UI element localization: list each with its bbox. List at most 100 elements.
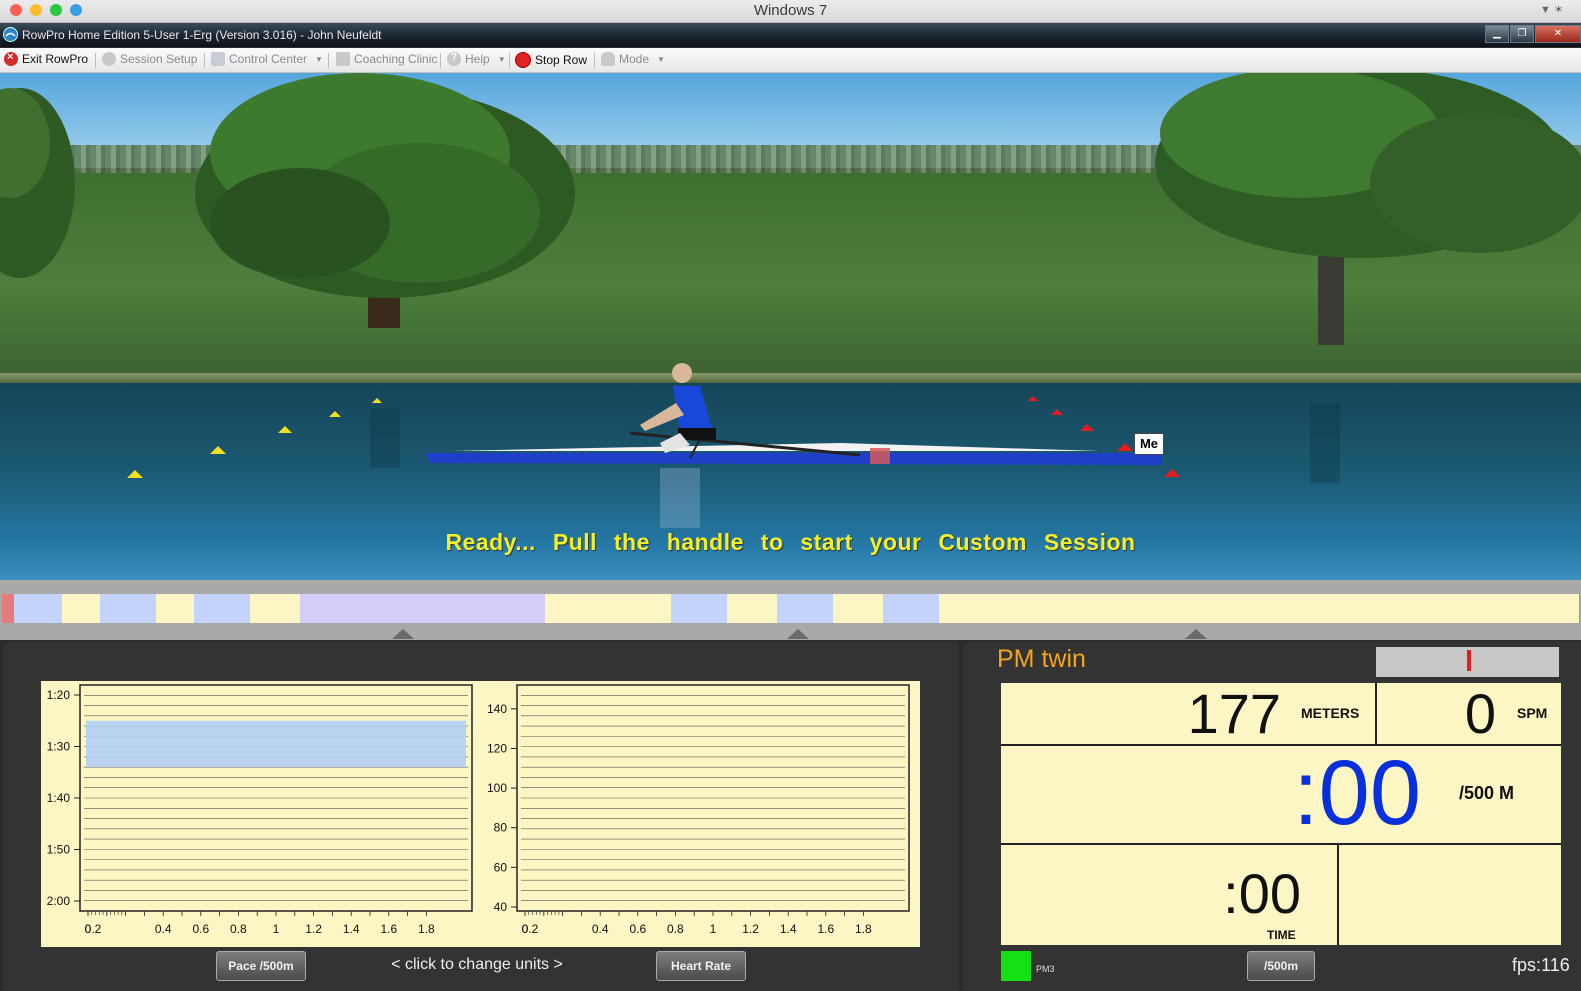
pm-display: 177 METERS 0 SPM :00 /500 M :00 TIME: [1001, 683, 1561, 945]
change-units-hint[interactable]: < click to change units >: [370, 956, 584, 974]
help-icon: ?: [447, 52, 461, 66]
me-marker-label: Me: [1134, 433, 1164, 455]
x-tick-label: 1.6: [817, 922, 834, 936]
rowing-scene: Me Ready... Pull the handle to start you…: [0, 73, 1581, 580]
timeline-marker-icon: [392, 629, 414, 639]
rowing-shell: [425, 431, 1162, 465]
help-button[interactable]: ? Help ▼: [447, 52, 506, 66]
stop-icon: [515, 52, 531, 68]
yellow-buoys: [127, 398, 382, 478]
pm-status-indicator: [1001, 951, 1031, 981]
timeline-segment: [156, 594, 195, 623]
pm-twin-title: PM twin: [997, 645, 1086, 673]
x-tick-label: 0.8: [230, 922, 247, 936]
x-tick-label: 0.2: [85, 922, 102, 936]
timeline-segment: [883, 594, 940, 623]
exit-label: Exit RowPro: [22, 52, 89, 66]
timeline-segment: [777, 594, 834, 623]
control-center-icon: [211, 52, 225, 66]
timeline-segment: [100, 594, 157, 623]
close-button[interactable]: ✕: [1535, 25, 1581, 43]
toolbar: × Exit RowPro Session Setup Control Cent…: [0, 48, 1581, 73]
x-tick-label: 1: [273, 922, 280, 936]
exit-rowpro-button[interactable]: × Exit RowPro: [4, 51, 89, 66]
control-center-label: Control Center: [229, 52, 308, 66]
timeline-markers: [392, 629, 1207, 639]
scene-graphics: [0, 73, 1581, 528]
pace-units-button[interactable]: Pace /500m: [216, 951, 306, 981]
spm-unit: SPM: [1517, 705, 1548, 721]
mac-window-title: Windows 7: [753, 2, 828, 19]
session-timeline[interactable]: [2, 594, 1581, 624]
pm-progress-marker: [1467, 650, 1471, 671]
y-tick-label: 1:30: [47, 740, 71, 754]
stop-row-button[interactable]: Stop Row: [515, 52, 587, 68]
x-tick-label: 0.6: [629, 922, 646, 936]
control-center-button[interactable]: Control Center ▼: [211, 52, 323, 66]
timeline-segment: [300, 594, 546, 623]
mode-button[interactable]: Mode ▼: [601, 52, 665, 66]
pm-units-button[interactable]: /500m: [1247, 951, 1315, 981]
fps-counter: fps:116: [1512, 955, 1570, 975]
spm-value: 0: [1464, 682, 1496, 745]
coaching-clinic-button[interactable]: Coaching Clinic: [336, 52, 437, 66]
timeline-segment: [939, 594, 1580, 623]
timeline-segment: [545, 594, 672, 623]
mac-title-bar: Windows 7 ▼ ✶: [0, 0, 1581, 23]
timeline-segment: [14, 594, 63, 623]
x-tick-label: 1: [710, 922, 717, 936]
time-unit: TIME: [1267, 928, 1296, 942]
y-tick-label: 60: [494, 860, 508, 874]
x-tick-label: 0.4: [155, 922, 172, 936]
tree-left-edge: [0, 88, 75, 278]
chevron-down-icon: ▼: [657, 54, 665, 64]
x-tick-label: 1.4: [780, 922, 797, 936]
mac-dropdown-icon[interactable]: ▼ ✶: [1540, 3, 1563, 16]
pace-unit: /500 M: [1459, 783, 1515, 803]
timeline-segment: [194, 594, 251, 623]
timeline-segment: [833, 594, 884, 623]
timeline-segment: [727, 594, 778, 623]
x-tick-label: 0.4: [592, 922, 609, 936]
minimize-button[interactable]: ▁: [1485, 25, 1509, 43]
timeline-segment: [250, 594, 301, 623]
y-tick-label: 80: [494, 821, 508, 835]
y-tick-label: 40: [494, 900, 508, 914]
timeline-marker-icon: [787, 629, 809, 639]
x-tick-label: 0.8: [667, 922, 684, 936]
chevron-down-icon: ▼: [315, 54, 323, 64]
y-tick-label: 140: [487, 702, 507, 716]
meters-unit: METERS: [1301, 705, 1360, 721]
x-tick-label: 1.6: [380, 922, 397, 936]
graphs-svg: 1:201:301:401:502:0000.2 0.4 0.6 0.8 1 1.2 1.4…: [47, 684, 910, 936]
pace-value: :00: [1293, 742, 1421, 844]
app-title: RowPro Home Edition 5-User 1-Erg (Versio…: [22, 28, 382, 42]
restore-button[interactable]: ❐: [1510, 25, 1534, 43]
x-tick-label: 0.2: [522, 922, 539, 936]
y-tick-label: 100: [487, 781, 507, 795]
y-tick-label: 1:50: [47, 843, 71, 857]
x-tick-label: 1.4: [343, 922, 360, 936]
x-tick-label: 1.2: [742, 922, 759, 936]
coaching-clinic-label: Coaching Clinic: [354, 52, 438, 66]
timeline-marker-icon: [1185, 629, 1207, 639]
graph-area: 1:20 1:30 1:40 1:50 2:00 0 0.2 0.4 0.6 0.8 1 1.2 1.4…: [41, 681, 920, 947]
tree-center-left: [195, 73, 575, 328]
x-tick-label: 1.2: [305, 922, 322, 936]
mode-label: Mode: [619, 52, 650, 66]
rower-figure: [640, 363, 716, 453]
session-setup-button[interactable]: Session Setup: [102, 52, 197, 66]
session-setup-label: Session Setup: [120, 52, 198, 66]
stop-row-label: Stop Row: [535, 53, 588, 67]
app-title-bar: RowPro Home Edition 5-User 1-Erg (Versio…: [0, 23, 1581, 47]
y-tick-label: 2:00: [47, 894, 71, 908]
x-tick-label: 1.8: [418, 922, 435, 936]
y-tick-label: 120: [487, 741, 507, 755]
x-tick-label: 0.6: [192, 922, 209, 936]
pm-status-label: PM3: [1036, 964, 1055, 974]
timeline-segment: [671, 594, 728, 623]
exit-icon: ×: [4, 51, 18, 66]
session-setup-icon: [102, 52, 116, 66]
heart-rate-button[interactable]: Heart Rate: [656, 951, 746, 981]
user-icon: [601, 52, 615, 66]
